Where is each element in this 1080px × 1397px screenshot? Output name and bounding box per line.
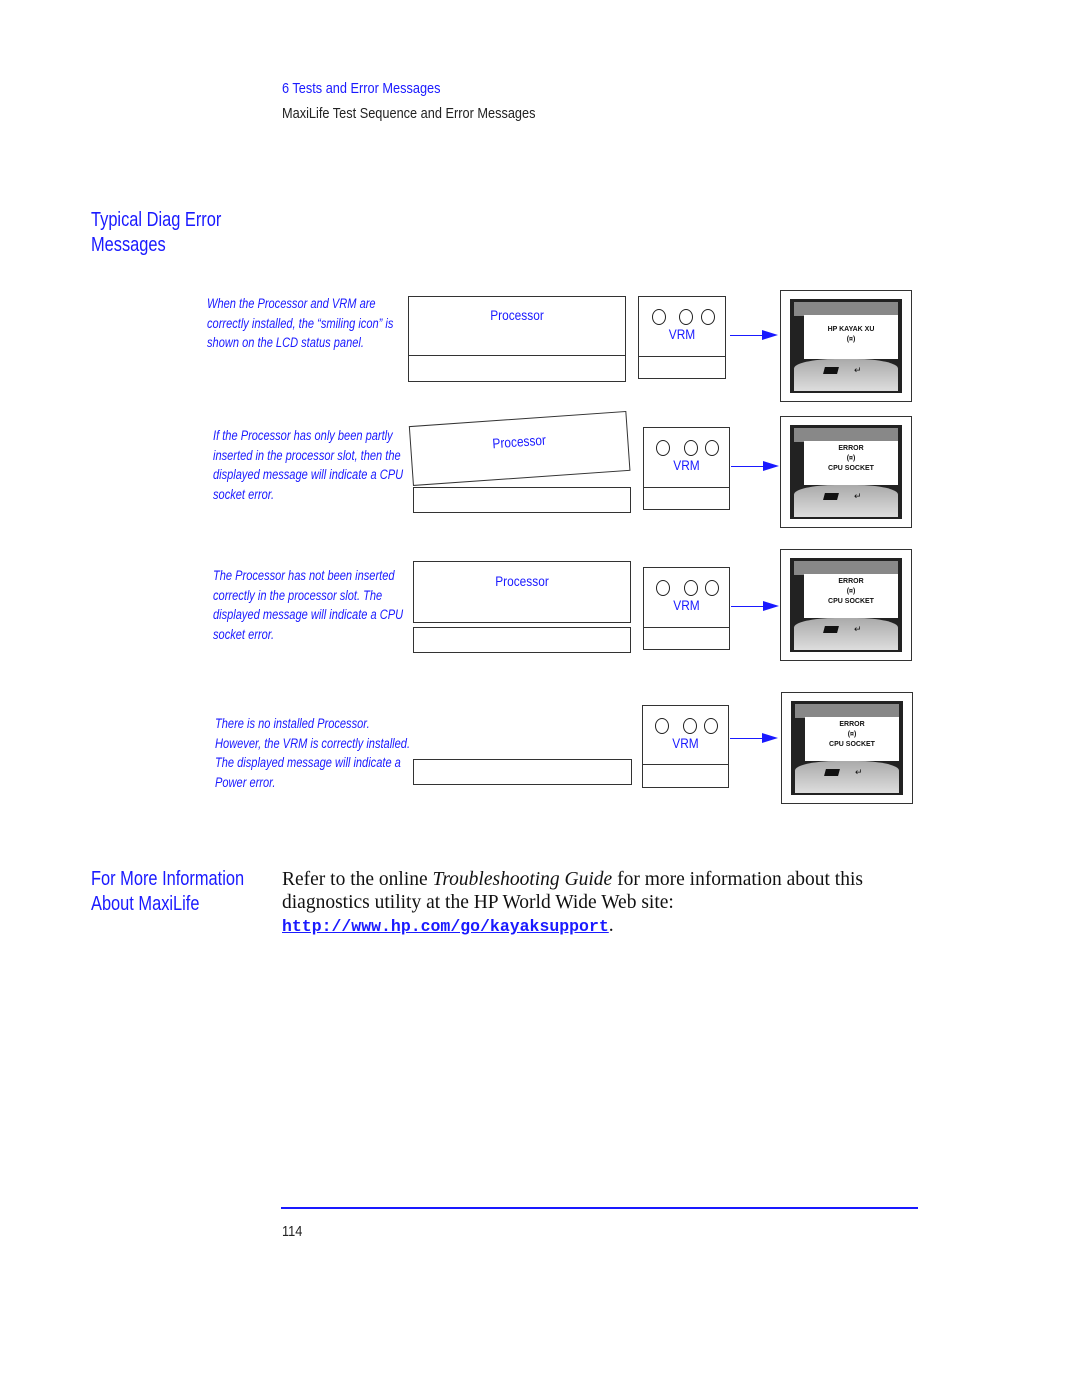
row-caption: The Processor has not been inserted corr… [213,568,404,642]
body-text: Refer to the online [282,869,433,890]
chapter-heading: 6 Tests and Error Messages [282,80,441,97]
lcd-text: HP KAYAK XU [827,326,875,333]
led-icon [656,440,670,456]
vrm-box: VRM [642,705,729,765]
lcd-text: ERROR [838,445,864,452]
vrm-slot [638,356,726,379]
title-line: For More Information [91,868,245,890]
led-icon [683,718,697,734]
vrm-label: VRM [668,326,696,342]
led-icon [705,440,719,456]
processor-slot [408,355,626,382]
led-icon [705,580,719,596]
led-icon [679,309,693,325]
guide-title: Troubleshooting Guide [432,869,613,890]
led-icon [652,309,666,325]
led-icon [655,718,669,734]
led-icon [656,580,670,596]
vrm-label: VRM [672,735,699,751]
lcd-icon: (¤) [846,336,856,343]
title-line: About MaxiLife [91,893,200,915]
lcd-panel: ERROR (¤) CPU SOCKET ↵ [780,549,912,661]
lcd-icon: (¤) [846,455,856,462]
processor-slot [413,627,631,653]
processor-label: Processor [490,307,544,323]
vrm-slot [642,764,729,788]
processor-label: Processor [491,431,547,452]
lcd-text: CPU SOCKET [828,465,874,472]
body-paragraph: Refer to the online Troubleshooting Guid… [282,868,922,938]
lcd-text: CPU SOCKET [828,598,874,605]
lcd-panel: ERROR (¤) CPU SOCKET ↵ [780,416,912,528]
row-caption: When the Processor and VRM are correctly… [207,296,394,350]
processor-box: Processor [408,296,626,356]
arrow-icon [730,733,778,743]
section-title-typical-diag: Typical Diag Error Messages [91,208,221,258]
page-number: 114 [282,1223,303,1240]
vrm-box: VRM [643,567,730,628]
support-link[interactable]: http://www.hp.com/go/kayaksupport [282,917,609,936]
vrm-slot [643,487,730,510]
led-icon [684,580,698,596]
section-title-more-info: For More Information About MaxiLife [91,867,244,917]
processor-slot [413,487,631,513]
arrow-icon [731,461,779,471]
section-subtitle: MaxiLife Test Sequence and Error Message… [282,105,536,122]
led-icon [701,309,715,325]
arrow-icon [731,601,779,611]
lcd-panel: HP KAYAK XU (¤) ↵ [780,290,912,402]
lcd-text: ERROR [838,578,864,585]
lcd-text: CPU SOCKET [829,741,875,748]
processor-slot-empty [413,759,632,785]
lcd-icon: (¤) [846,588,856,595]
processor-box: Processor [413,561,631,623]
led-icon [704,718,718,734]
footer-rule [281,1207,918,1209]
vrm-slot [643,627,730,650]
arrow-icon [730,330,778,340]
processor-box-tilted: Processor [408,410,631,486]
vrm-box: VRM [638,296,726,357]
lcd-icon: (¤) [847,731,857,738]
title-line: Messages [91,234,166,256]
lcd-text: ERROR [839,721,865,728]
row-caption: There is no installed Processor. However… [215,716,411,790]
page: 6 Tests and Error Messages MaxiLife Test… [0,0,1080,1397]
row-caption: If the Processor has only been partly in… [213,428,404,502]
title-line: Typical Diag Error [91,209,222,231]
led-icon [684,440,698,456]
vrm-box: VRM [643,427,730,488]
vrm-label: VRM [673,457,700,473]
processor-label: Processor [495,573,549,589]
vrm-label: VRM [673,597,700,613]
body-text: . [608,915,614,936]
lcd-panel: ERROR (¤) CPU SOCKET ↵ [781,692,913,804]
